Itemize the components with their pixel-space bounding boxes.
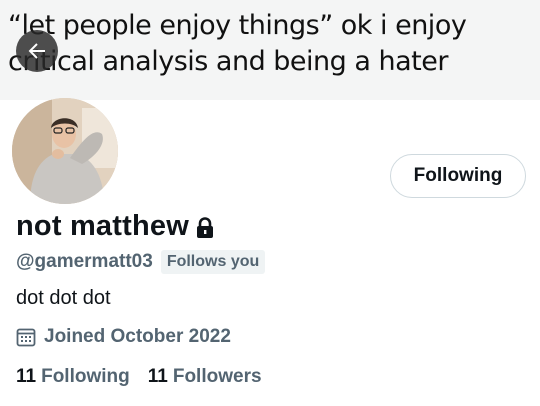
handle-row: @gamermatt03 Follows you — [16, 250, 266, 274]
followers-count-link[interactable]: 11 Followers — [148, 366, 262, 388]
avatar-photo — [12, 98, 118, 204]
lock-icon — [196, 216, 213, 238]
following-count-link[interactable]: 11 Following — [16, 366, 130, 388]
arrow-left-icon — [28, 43, 45, 59]
calendar-icon — [16, 328, 36, 347]
name-row: not matthew — [16, 210, 215, 243]
followers-label: Followers — [172, 366, 262, 387]
followers-count: 11 — [147, 366, 168, 387]
following-label: Following — [41, 366, 130, 387]
banner-caption: “let people enjoy things” ok i enjoy cri… — [8, 10, 467, 77]
joined-text: Joined October 2022 — [44, 326, 231, 347]
avatar[interactable] — [12, 98, 118, 204]
profile-banner: “let people enjoy things” ok i enjoy cri… — [0, 0, 540, 100]
display-name: not matthew — [16, 210, 189, 242]
back-button[interactable] — [16, 30, 58, 72]
bio: dot dot dot — [16, 287, 111, 309]
following-button[interactable]: Following — [390, 154, 526, 198]
following-count: 11 — [16, 366, 37, 387]
follows-you-badge: Follows you — [160, 250, 266, 274]
joined-date: Joined October 2022 — [16, 326, 231, 348]
follow-counts: 11 Following 11 Followers — [16, 366, 280, 388]
handle: @gamermatt03 — [16, 251, 153, 272]
